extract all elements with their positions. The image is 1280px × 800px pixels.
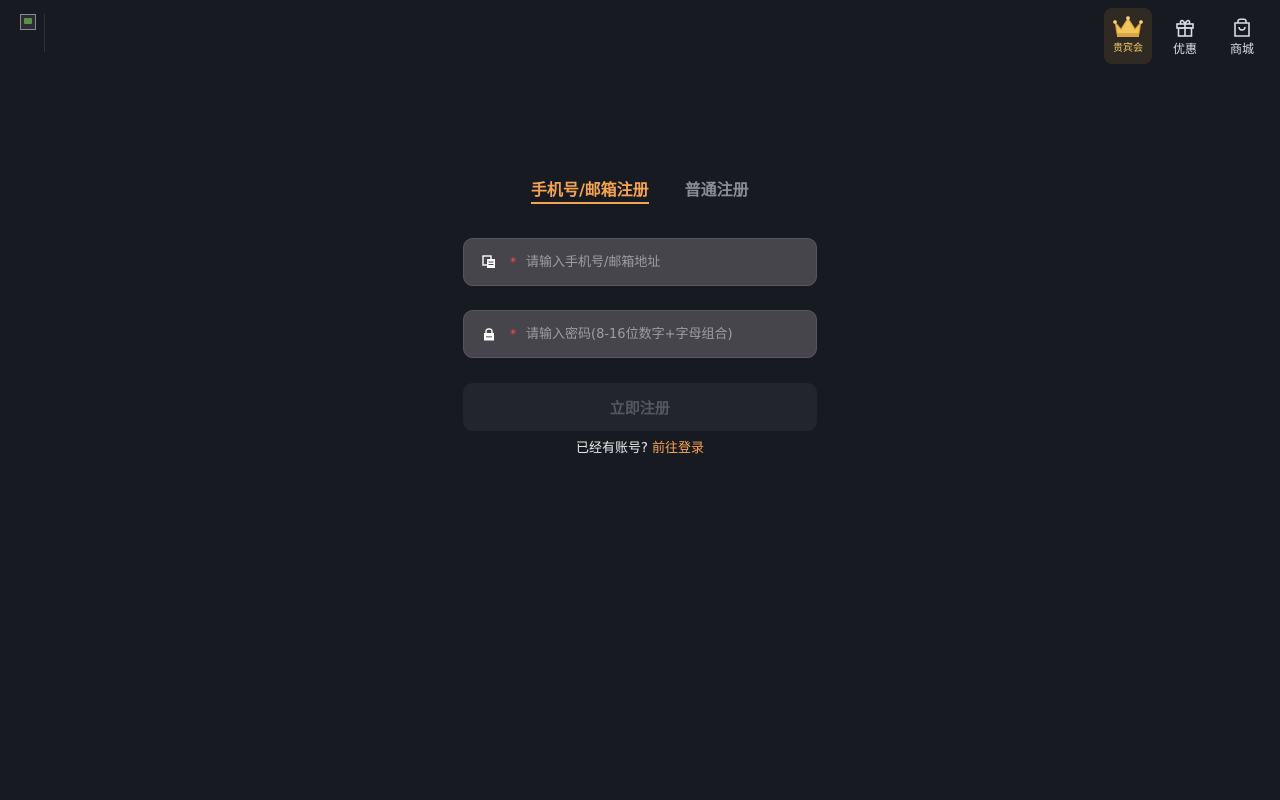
gift-icon xyxy=(1176,19,1194,37)
nav-label-shop: 商城 xyxy=(1229,42,1254,56)
required-mark: * xyxy=(510,327,516,341)
tab-phone-email-register[interactable]: 手机号/邮箱注册 xyxy=(531,168,649,204)
password-input[interactable] xyxy=(518,311,816,357)
login-hint: 已经有账号? 前往登录 xyxy=(463,437,817,456)
crown-icon xyxy=(1113,16,1143,37)
login-prompt: 已经有账号? xyxy=(576,441,648,456)
go-login-link[interactable]: 前往登录 xyxy=(652,441,704,456)
shopping-bag-icon xyxy=(1234,18,1250,37)
logo-image xyxy=(20,14,36,30)
account-field: * xyxy=(463,238,817,286)
tab-normal-register[interactable]: 普通注册 xyxy=(685,168,749,202)
nav-item-vip[interactable]: 贵宾会 xyxy=(1104,8,1152,64)
lock-icon xyxy=(481,326,497,342)
phone-email-icon xyxy=(481,254,497,270)
password-field: * xyxy=(463,310,817,358)
nav-label-vip: 贵宾会 xyxy=(1113,43,1143,54)
header-nav: 贵宾会 优惠 商城 xyxy=(1104,8,1266,64)
top-bar: 贵宾会 优惠 商城 xyxy=(0,0,1280,72)
required-mark: * xyxy=(510,255,516,269)
nav-item-shop[interactable]: 商城 xyxy=(1218,8,1266,64)
register-button[interactable]: 立即注册 xyxy=(463,383,817,431)
nav-label-promotions: 优惠 xyxy=(1172,42,1197,56)
logo[interactable] xyxy=(20,14,46,54)
account-input[interactable] xyxy=(518,239,816,285)
register-tabs: 手机号/邮箱注册 普通注册 xyxy=(463,168,817,204)
register-form: 手机号/邮箱注册 普通注册 * * 立即注册 xyxy=(463,168,817,456)
nav-item-promotions[interactable]: 优惠 xyxy=(1161,8,1209,64)
logo-divider xyxy=(44,14,45,52)
